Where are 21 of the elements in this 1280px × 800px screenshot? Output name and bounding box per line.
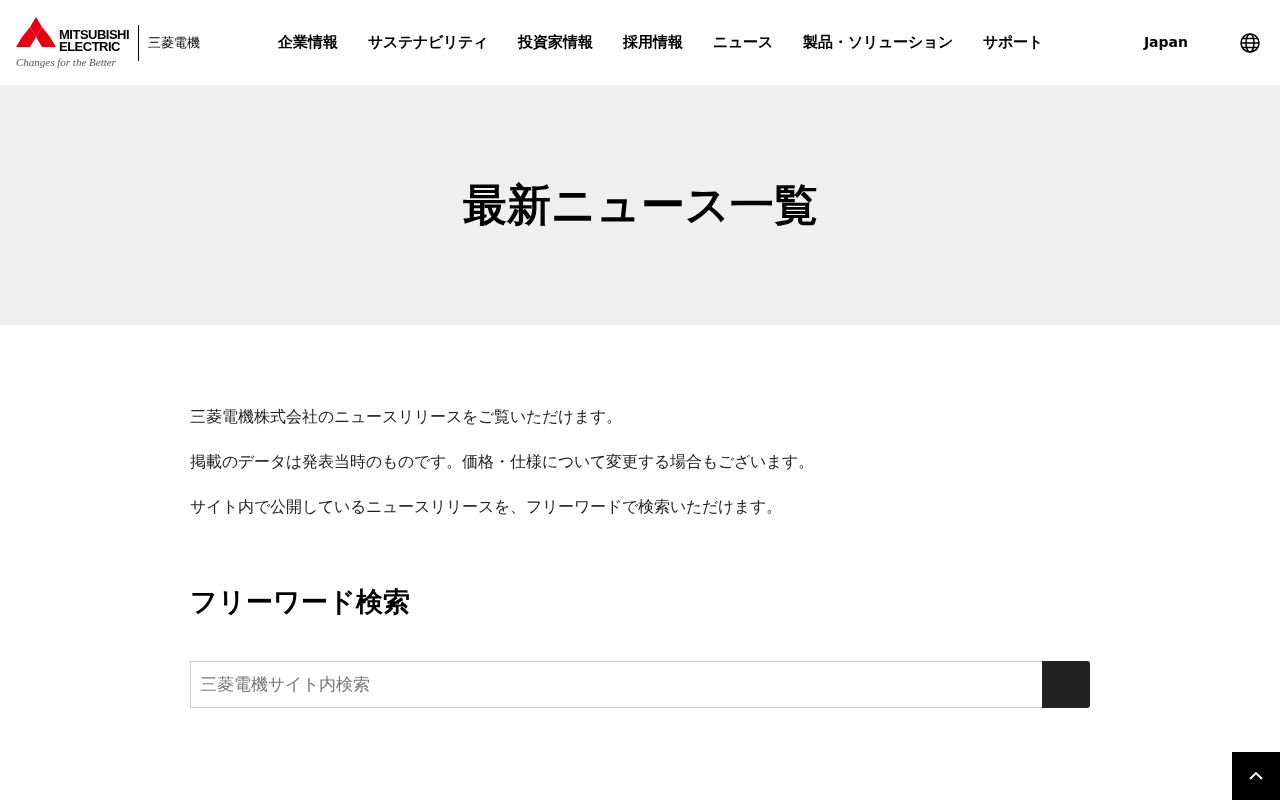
region-link[interactable]: Japan [1143, 32, 1188, 53]
search-button[interactable] [1042, 660, 1090, 708]
intro-paragraph: 三菱電機株式会社のニュースリリースをご覧いただけます。 [190, 406, 623, 428]
logo-text: ELECTRIC [59, 40, 120, 53]
intro-paragraph: 掲載のデータは発表当時のものです。価格・仕様について変更する場合もございます。 [190, 451, 815, 473]
nav-link[interactable]: 採用情報 [623, 31, 684, 54]
nav-link[interactable]: 製品・ソリューション [803, 31, 954, 54]
search-field[interactable]: 三菱電機サイト内検索 [190, 660, 1042, 708]
nav-link[interactable]: サステナビリティ [368, 31, 489, 54]
globe-icon[interactable] [1240, 32, 1260, 53]
intro-paragraph: サイト内で公開しているニュースリリースを、フリーワードで検索いただけます。 [190, 496, 783, 518]
nav-link[interactable]: 企業情報 [278, 31, 339, 54]
nav-link[interactable]: 投資家情報 [518, 31, 594, 54]
section-heading: フリーワード検索 [190, 585, 411, 619]
chevron-up-icon [1249, 772, 1263, 780]
nav-link[interactable]: ニュース [713, 31, 774, 54]
company-name: 三菱電機 [148, 33, 201, 52]
logo-tagline: Changes for the Better [16, 54, 117, 69]
logo-text: MITSUBISHI [59, 28, 130, 41]
nav-link[interactable]: サポート [983, 31, 1044, 54]
page-title: 最新ニュース一覧 [462, 178, 818, 232]
